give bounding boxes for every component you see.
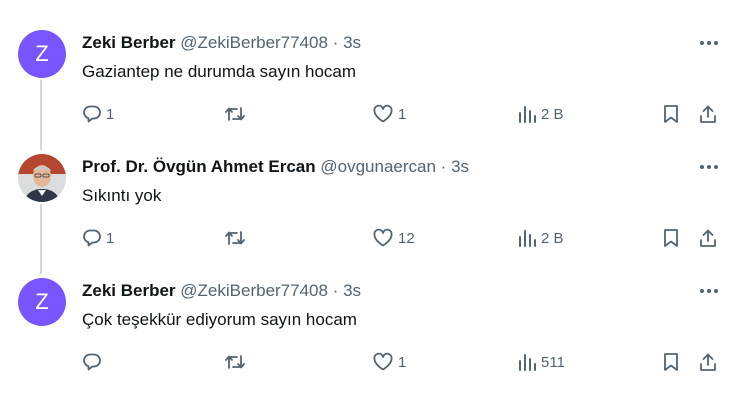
separator-dot: · xyxy=(332,281,339,300)
reply-thread: Z Zeki Berber @ZekiBerber77408 · 3s Gazi… xyxy=(0,0,730,420)
reply-button[interactable] xyxy=(82,350,106,374)
bookmark-icon xyxy=(664,353,678,371)
like-count: 1 xyxy=(398,353,407,371)
tweet-time[interactable]: 3s xyxy=(343,281,361,300)
views-button[interactable]: 511 xyxy=(517,350,565,374)
author-handle[interactable]: @ovgunaercan xyxy=(320,157,436,176)
like-button[interactable]: 1 xyxy=(372,350,406,374)
tweet-actions: 1 511 xyxy=(0,350,730,374)
share-icon xyxy=(700,353,716,371)
views-count: 2 B xyxy=(541,105,564,123)
more-icon xyxy=(700,41,718,45)
bookmark-icon xyxy=(664,105,678,123)
bookmark-button[interactable] xyxy=(662,102,680,126)
more-icon xyxy=(700,165,718,169)
views-icon xyxy=(519,106,536,123)
separator-dot: · xyxy=(332,33,339,52)
retweet-button[interactable] xyxy=(224,226,250,250)
like-count: 12 xyxy=(398,229,415,247)
share-button[interactable] xyxy=(698,102,718,126)
more-button[interactable] xyxy=(696,282,722,300)
heart-icon xyxy=(373,352,393,371)
retweet-icon xyxy=(225,231,245,245)
tweet-actions: 1 12 2 B xyxy=(0,226,730,250)
reply-icon xyxy=(83,105,101,123)
heart-icon xyxy=(373,104,393,123)
tweet[interactable]: Z Zeki Berber @ZekiBerber77408 · 3s Gazi… xyxy=(0,28,730,152)
avatar[interactable]: Z xyxy=(18,278,66,326)
author-handle[interactable]: @ZekiBerber77408 xyxy=(180,281,328,300)
more-button[interactable] xyxy=(696,158,722,176)
reply-button[interactable]: 1 xyxy=(82,226,114,250)
retweet-button[interactable] xyxy=(224,350,250,374)
author-name[interactable]: Zeki Berber xyxy=(82,33,176,52)
more-button[interactable] xyxy=(696,34,722,52)
avatar-initial: Z xyxy=(35,41,49,66)
like-button[interactable]: 1 xyxy=(372,102,406,126)
reply-count: 1 xyxy=(106,229,115,247)
tweet-text: Çok teşekkür ediyorum sayın hocam xyxy=(82,310,357,329)
share-button[interactable] xyxy=(698,350,718,374)
avatar[interactable]: Z xyxy=(18,30,66,78)
more-icon xyxy=(700,289,718,293)
retweet-icon xyxy=(225,107,245,121)
heart-icon xyxy=(373,228,393,247)
share-icon xyxy=(700,105,716,123)
tweet-header: Zeki Berber @ZekiBerber77408 · 3s xyxy=(82,280,361,302)
views-icon xyxy=(519,230,536,247)
tweet[interactable]: Prof. Dr. Övgün Ahmet Ercan @ovgunaercan… xyxy=(0,152,730,276)
tweet-header: Prof. Dr. Övgün Ahmet Ercan @ovgunaercan… xyxy=(82,156,469,178)
reply-icon xyxy=(83,229,101,247)
views-button[interactable]: 2 B xyxy=(517,226,564,250)
views-count: 511 xyxy=(541,353,565,371)
share-button[interactable] xyxy=(698,226,718,250)
author-name[interactable]: Zeki Berber xyxy=(82,281,176,300)
bookmark-icon xyxy=(664,229,678,247)
views-icon xyxy=(519,354,536,371)
avatar-initial: Z xyxy=(35,289,49,314)
retweet-button[interactable] xyxy=(224,102,250,126)
reply-icon xyxy=(83,353,101,371)
bookmark-button[interactable] xyxy=(662,350,680,374)
tweet-text: Gaziantep ne durumda sayın hocam xyxy=(82,62,357,81)
bookmark-button[interactable] xyxy=(662,226,680,250)
share-icon xyxy=(700,229,716,247)
like-button[interactable]: 12 xyxy=(372,226,415,250)
author-handle[interactable]: @ZekiBerber77408 xyxy=(180,33,328,52)
views-button[interactable]: 2 B xyxy=(517,102,564,126)
tweet-time[interactable]: 3s xyxy=(343,33,361,52)
profile-photo-image xyxy=(18,154,66,202)
reply-button[interactable]: 1 xyxy=(82,102,114,126)
reply-count: 1 xyxy=(106,105,115,123)
tweet-header: Zeki Berber @ZekiBerber77408 · 3s xyxy=(82,32,361,54)
tweet-time[interactable]: 3s xyxy=(451,157,469,176)
author-name[interactable]: Prof. Dr. Övgün Ahmet Ercan xyxy=(82,157,316,176)
separator-dot: · xyxy=(440,157,447,176)
avatar[interactable] xyxy=(18,154,66,202)
retweet-icon xyxy=(225,355,245,369)
tweet[interactable]: Z Zeki Berber @ZekiBerber77408 · 3s Çok … xyxy=(0,276,730,400)
tweet-text: Sıkıntı yok xyxy=(82,186,162,205)
views-count: 2 B xyxy=(541,229,564,247)
tweet-actions: 1 1 2 B xyxy=(0,102,730,126)
like-count: 1 xyxy=(398,105,407,123)
